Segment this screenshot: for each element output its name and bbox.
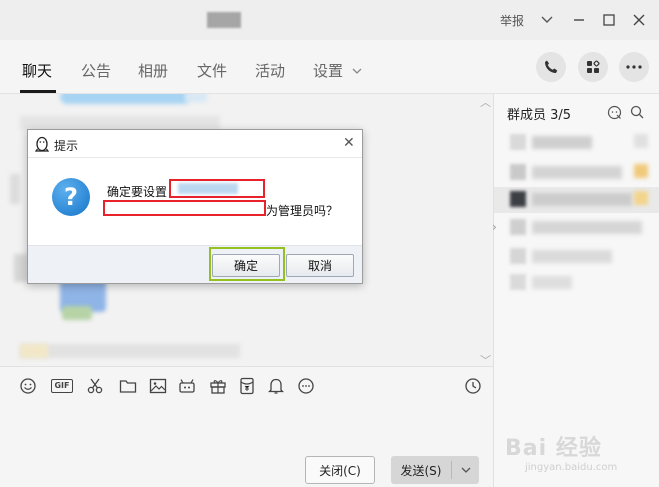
chevron-down-icon[interactable] (535, 8, 559, 32)
image-message (62, 306, 92, 320)
message-bubble (60, 94, 190, 104)
more-button[interactable] (619, 52, 649, 82)
bell-icon[interactable] (265, 375, 287, 397)
highlight-box-red (169, 179, 265, 198)
cancel-button[interactable]: 取消 (286, 254, 354, 277)
member-name-redacted (532, 136, 592, 149)
message-input[interactable]: 关闭(C) 发送(S) (0, 404, 493, 487)
image-icon[interactable] (147, 375, 169, 397)
more-icon (626, 65, 642, 69)
member-name-redacted (532, 276, 572, 289)
history-clock-icon[interactable] (462, 375, 484, 397)
penguin-icon (35, 136, 49, 152)
avatar (10, 174, 20, 204)
watermark: Bai 经验 jingyan.baidu.com (505, 430, 617, 473)
avatar (510, 219, 526, 235)
badge (634, 191, 648, 205)
more-tools-icon[interactable] (295, 375, 317, 397)
avatar (510, 164, 526, 180)
tab-album[interactable]: 相册 (138, 60, 168, 81)
member-item[interactable] (494, 187, 659, 213)
member-item[interactable] (494, 130, 659, 156)
title-bar: 举报 (0, 0, 659, 40)
phone-icon (545, 60, 558, 73)
tab-bar: 聊天 公告 相册 文件 活动 设置 (0, 40, 659, 94)
tab-announcement[interactable]: 公告 (81, 60, 111, 81)
message-text (20, 344, 240, 358)
scissors-icon[interactable] (84, 375, 106, 397)
gif-label: GIF (51, 379, 73, 393)
tab-chat[interactable]: 聊天 (22, 60, 52, 81)
scroll-down-icon[interactable]: ﹀ (480, 352, 491, 366)
member-name-redacted (532, 166, 622, 179)
member-item[interactable] (494, 160, 659, 186)
search-icon[interactable] (629, 104, 645, 120)
avatar (510, 274, 526, 290)
member-name-redacted (532, 193, 632, 206)
question-icon: ? (52, 178, 90, 216)
emoji-icon[interactable] (17, 375, 39, 397)
badge (634, 164, 648, 178)
folder-icon[interactable] (117, 375, 139, 397)
confirm-dialog: 提示 ✕ ? 确定要设置 为管理员吗？ 确定 取消 (27, 129, 363, 284)
avatar (510, 191, 526, 207)
panel-toggle-chevron-icon[interactable]: › (492, 220, 497, 234)
active-tab-indicator (20, 90, 56, 93)
close-button[interactable]: 关闭(C) (305, 456, 375, 484)
maximize-icon[interactable] (597, 8, 621, 32)
member-invite-icon[interactable] (606, 104, 622, 120)
close-icon[interactable] (627, 8, 651, 32)
member-item[interactable] (494, 215, 659, 241)
member-count-title: 群成员 3/5 (507, 108, 572, 123)
scroll-up-icon[interactable]: ︿ (480, 94, 491, 110)
watermark-text: Bai 经验 (505, 436, 602, 461)
highlight-box-green (209, 247, 285, 281)
dialog-footer: 确定 取消 (28, 245, 362, 283)
screen-share-icon[interactable] (176, 375, 198, 397)
tab-settings-label: 设置 (313, 62, 344, 80)
tab-files[interactable]: 文件 (197, 60, 227, 81)
member-item[interactable] (494, 270, 659, 296)
message-text (20, 116, 220, 130)
dialog-message-line1: 确定要设置 (107, 185, 168, 199)
member-panel: 群成员 3/5 › (492, 94, 659, 487)
red-packet-icon[interactable] (236, 375, 258, 397)
highlight-box-red (103, 200, 266, 216)
send-options-chevron-icon[interactable] (452, 456, 479, 484)
group-name-redacted (207, 12, 241, 28)
gift-icon[interactable] (207, 375, 229, 397)
input-toolbar: GIF (0, 366, 493, 404)
member-item[interactable] (494, 244, 659, 270)
watermark-url: jingyan.baidu.com (525, 462, 618, 473)
chevron-down-icon (352, 68, 362, 74)
phone-call-button[interactable] (536, 52, 566, 82)
message-bubble (185, 94, 207, 102)
dialog-close-icon[interactable]: ✕ (343, 135, 355, 151)
tab-activity[interactable]: 活动 (255, 60, 285, 81)
avatar (510, 134, 526, 150)
gif-icon[interactable]: GIF (49, 375, 75, 397)
send-label[interactable]: 发送(S) (391, 456, 451, 484)
dialog-header: 提示 ✕ (28, 130, 362, 158)
avatar (510, 248, 526, 264)
badge (634, 134, 648, 148)
avatar (14, 254, 28, 282)
avatar (20, 344, 48, 358)
dialog-title: 提示 (54, 139, 79, 153)
minimize-icon[interactable] (567, 8, 591, 32)
apps-button[interactable] (578, 52, 608, 82)
dialog-message-line2: 为管理员吗？ (266, 204, 339, 218)
member-name-redacted (532, 250, 612, 263)
report-link[interactable]: 举报 (500, 12, 524, 29)
send-button[interactable]: 发送(S) (391, 456, 479, 484)
tab-settings[interactable]: 设置 (313, 60, 362, 81)
member-name-redacted (532, 221, 642, 234)
apps-icon (587, 60, 600, 73)
